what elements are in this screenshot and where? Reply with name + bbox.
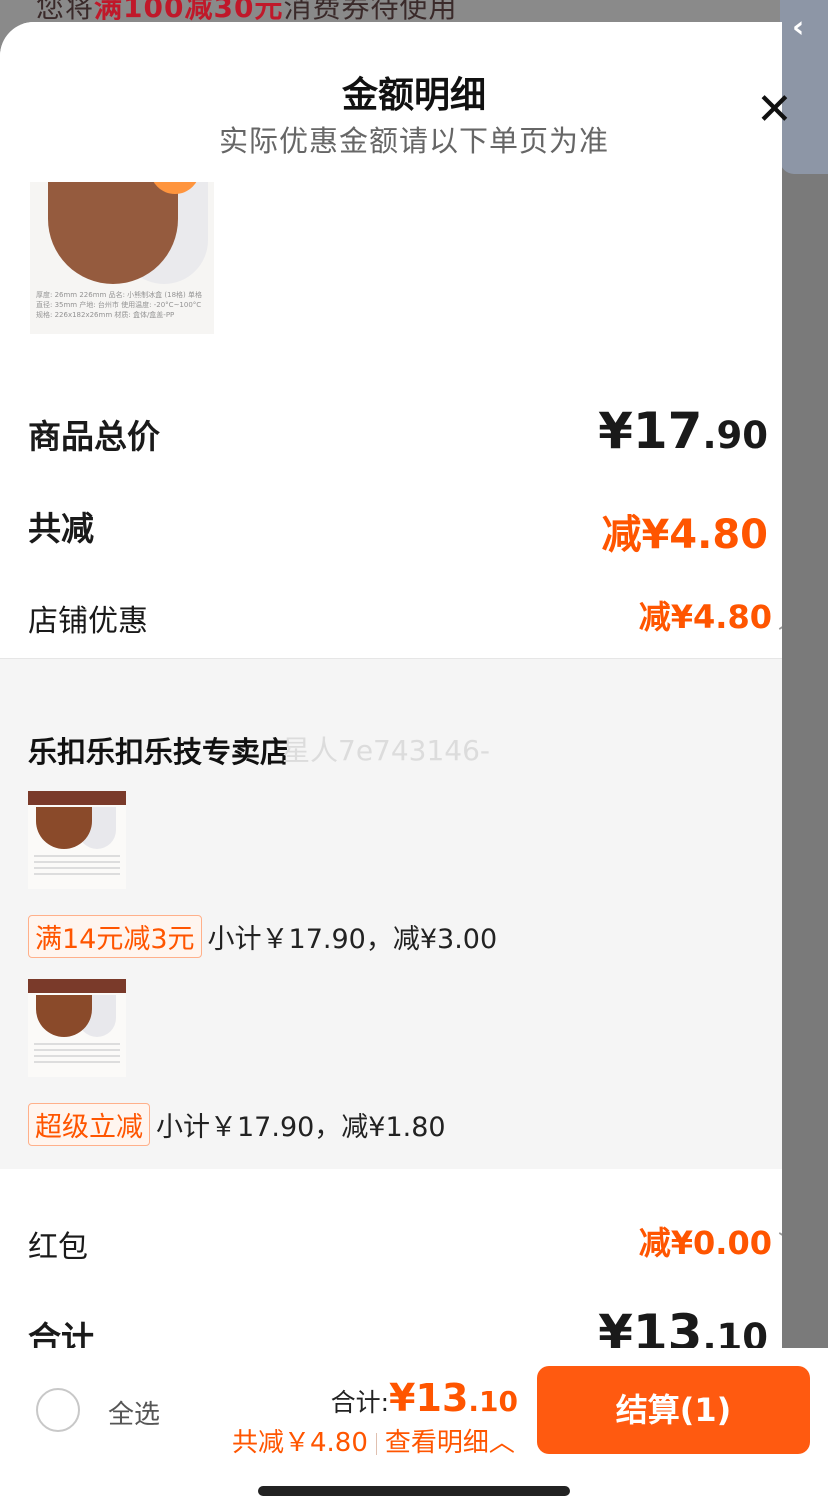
- bar-detail-line: 共减￥4.80 查看明细︿: [232, 1422, 515, 1459]
- select-all-label[interactable]: 全选: [108, 1394, 160, 1431]
- shop-discount-panel: 乐扣乐扣乐技专卖店 星人7e743146- 满14元减3元 小计￥17.90，减¥…: [0, 658, 782, 1169]
- total-price-value: ¥17.90: [598, 402, 768, 460]
- red-packet-value: 减¥0.00﹀: [639, 1218, 782, 1264]
- thumb-text-lines: [34, 1043, 120, 1045]
- total-discount-label: 共减: [28, 509, 94, 548]
- bar-sum-label: 合计:: [330, 1388, 390, 1417]
- bar-sum-dec: .10: [468, 1385, 518, 1418]
- item-thumbnail[interactable]: [28, 791, 126, 889]
- close-icon[interactable]: ✕: [756, 88, 793, 132]
- total-int: 17: [632, 402, 703, 460]
- total-discount-value: 减¥4.80: [601, 512, 768, 558]
- promo-subtotal: 小计￥17.90，减¥3.00: [207, 924, 498, 955]
- red-packet-amount: 减¥0.00: [638, 1224, 772, 1262]
- bar-sum-int: 13: [415, 1376, 469, 1420]
- bar-sum-currency: ¥: [389, 1376, 416, 1420]
- bar-sum-value: ¥13.10: [389, 1376, 518, 1420]
- product-spec-text: 厚度: 26mm 226mm 品名: 小熊制冰盒 (18格) 单格直径: 35m…: [36, 291, 202, 319]
- chevron-up-icon[interactable]: ︿: [778, 599, 782, 636]
- item-thumbnail[interactable]: [28, 979, 126, 1077]
- sheet-subtitle: 实际优惠金额请以下单页为准: [218, 124, 609, 158]
- promo-tag: 超级立减: [28, 1103, 150, 1146]
- amount-detail-sheet: 金额明细 实际优惠金额请以下单页为准 厚度: 26mm 226mm 品名: 小熊…: [0, 22, 782, 1512]
- chevron-down-icon[interactable]: ﹀: [778, 1225, 782, 1262]
- total-price-row: 商品总价 ¥17.90: [28, 392, 768, 460]
- bar-sum: 合计:¥13.10: [331, 1376, 518, 1420]
- shop-discount-value: 减¥4.80︿: [639, 592, 782, 638]
- red-packet-row[interactable]: 红包 减¥0.00﹀: [28, 1218, 782, 1268]
- watermark: 星人7e743146-: [282, 734, 491, 767]
- shop-discount-amount: 减¥4.80: [638, 598, 772, 636]
- total-discount-row: 共减 减¥4.80: [28, 484, 768, 558]
- total-price-label: 商品总价: [28, 417, 160, 456]
- red-packet-label: 红包: [28, 1230, 88, 1265]
- sheet-title: 金额明细: [341, 75, 486, 116]
- thumb-header-bar: [28, 979, 126, 993]
- chevron-left-icon: ‹: [792, 10, 805, 45]
- product-image: 厚度: 26mm 226mm 品名: 小熊制冰盒 (18格) 单格直径: 35m…: [30, 180, 214, 334]
- chevron-up-icon[interactable]: ︿: [489, 1428, 515, 1458]
- coupon-text-suffix: 消费券待使用: [283, 0, 458, 24]
- bar-total-discount: 共减￥4.80: [232, 1428, 368, 1458]
- home-indicator: [258, 1486, 570, 1496]
- sheet-header: 金额明细 实际优惠金额请以下单页为准: [0, 22, 782, 182]
- promo-line: 超级立减 小计￥17.90，减¥1.80: [28, 1103, 446, 1146]
- checkout-bar: 全选 合计:¥13.10 共减￥4.80 查看明细︿ 结算(1): [0, 1348, 828, 1512]
- select-all-radio[interactable]: [36, 1388, 80, 1432]
- thumb-text-lines: [34, 855, 120, 857]
- store-name: 乐扣乐扣乐技专卖店: [28, 735, 290, 769]
- shop-discount-row[interactable]: 店铺优惠 减¥4.80︿: [28, 592, 782, 642]
- coupon-text-amount: 满100减30元: [94, 0, 284, 24]
- divider: [375, 1432, 377, 1455]
- view-detail-link[interactable]: 查看明细: [385, 1428, 489, 1458]
- promo-tag: 满14元减3元: [28, 915, 202, 958]
- checkout-button[interactable]: 结算(1): [537, 1366, 810, 1454]
- shop-discount-label: 店铺优惠: [28, 604, 148, 639]
- promo-line: 满14元减3元 小计￥17.90，减¥3.00: [28, 915, 497, 958]
- total-currency: ¥: [598, 402, 633, 460]
- thumb-header-bar: [28, 791, 126, 805]
- promo-subtotal: 小计￥17.90，减¥1.80: [156, 1112, 446, 1143]
- total-dec: .90: [702, 414, 768, 457]
- coupon-text-prefix: 您将: [36, 0, 95, 24]
